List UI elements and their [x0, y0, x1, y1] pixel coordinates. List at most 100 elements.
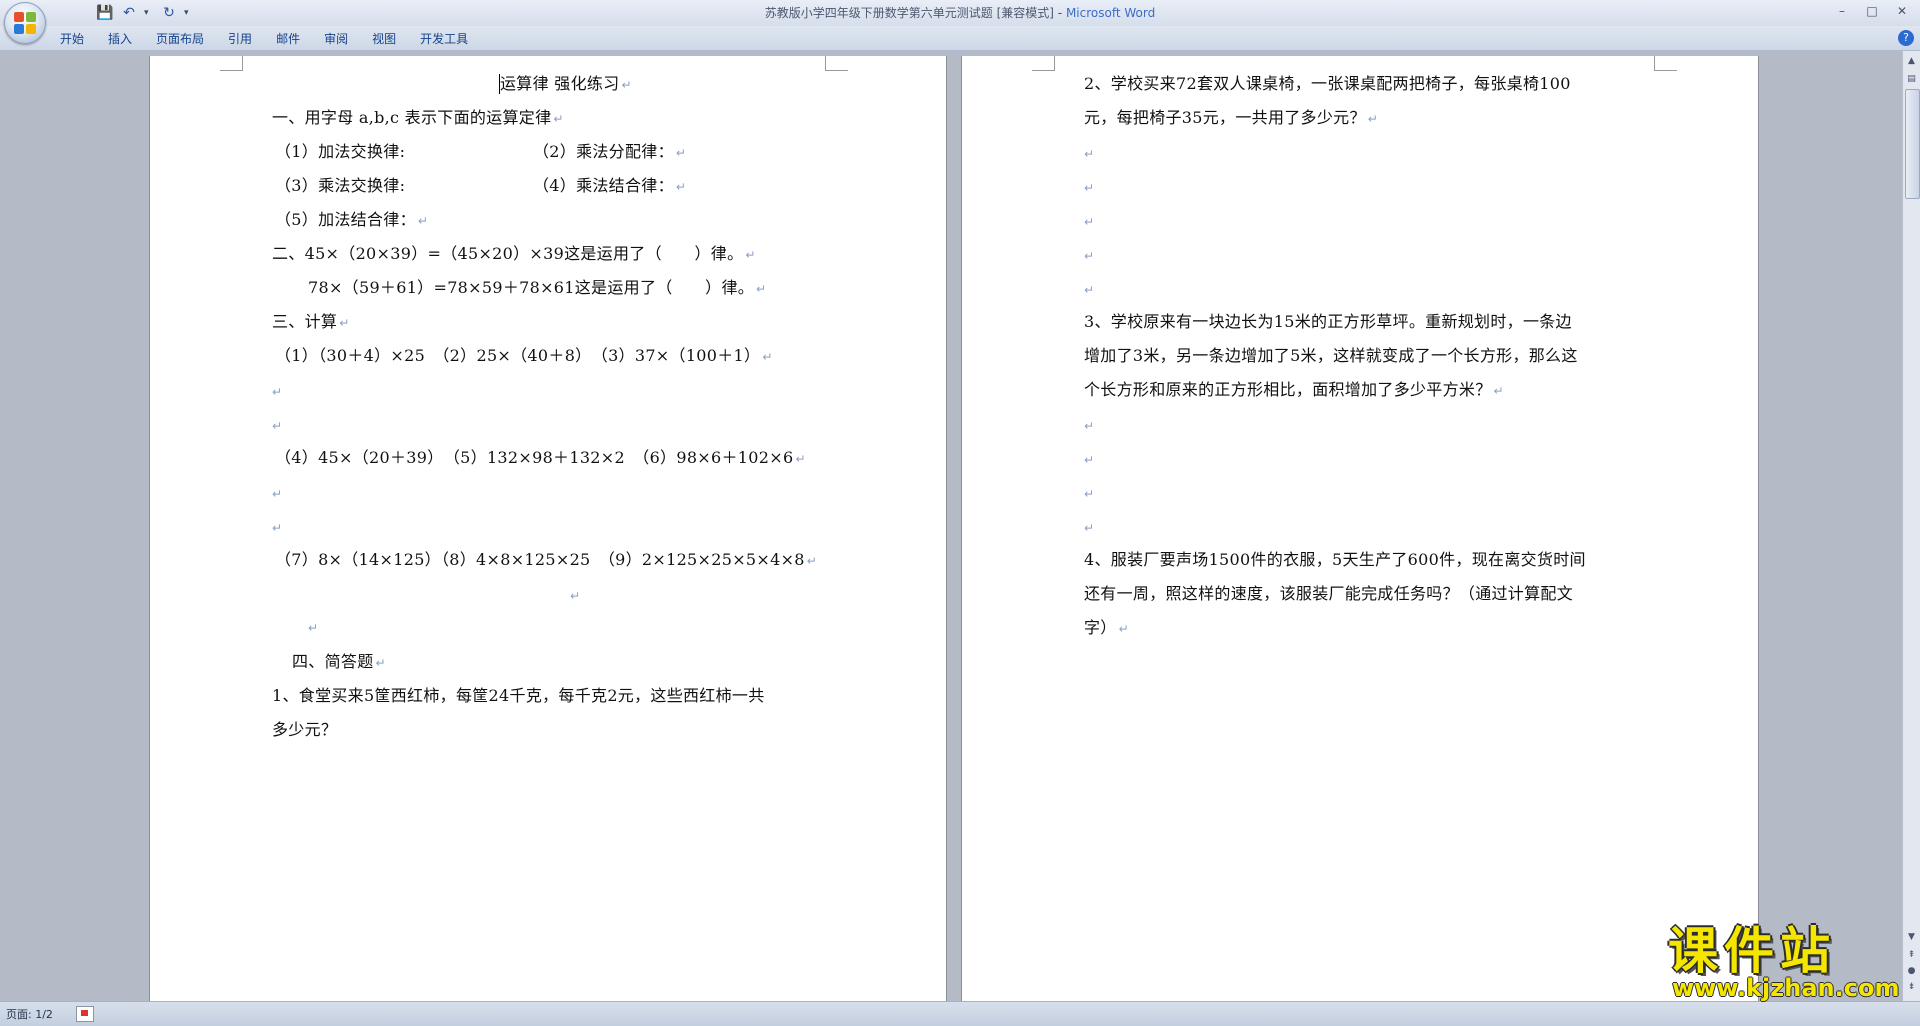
- logo-square-blue: [14, 24, 24, 34]
- scrollbar-thumb[interactable]: [1905, 89, 1920, 199]
- section-heading-text: 三、计算: [272, 312, 338, 331]
- question-text: 2、学校买来72套双人课桌椅，一张课桌配两把椅子，每张桌椅100: [1084, 74, 1571, 93]
- paragraph-mark: ↵: [339, 316, 350, 330]
- ribbon-tab-bar: 开始 插入 页面布局 引用 邮件 审阅 视图 开发工具 ?: [0, 26, 1920, 51]
- document-title: 苏教版小学四年级下册数学第六单元测试题 [兼容模式]: [764, 6, 1054, 20]
- paragraph-mark: ↵: [553, 112, 564, 126]
- calc-row: （7）8×（14×125）（8）4×8×125×25 （9）2×125×25×5…: [275, 550, 817, 571]
- office-button[interactable]: [4, 2, 46, 44]
- logo-square-green: [26, 12, 36, 22]
- tab-review[interactable]: 审阅: [312, 29, 360, 49]
- margin-corner-marker: [825, 56, 848, 71]
- close-button[interactable]: ✕: [1888, 2, 1916, 20]
- help-icon[interactable]: ?: [1898, 30, 1914, 46]
- section-heading-text: 四、简答题: [292, 652, 374, 671]
- paragraph-mark: ↵: [417, 214, 429, 228]
- section-heading-1: 一、用字母 a,b,c 表示下面的运算定律 ↵: [272, 108, 564, 129]
- question-text: （2）乘法分配律：: [533, 142, 674, 161]
- logo-square-yellow: [26, 24, 36, 34]
- question-text: 字）: [1084, 618, 1117, 637]
- document-page-1[interactable]: 运算律 强化练习 ↵ 一、用字母 a,b,c 表示下面的运算定律 ↵ （1）加法交换…: [150, 56, 946, 1001]
- minimize-button[interactable]: –: [1828, 2, 1856, 20]
- document-page-2[interactable]: 2、学校买来72套双人课桌椅，一张课桌配两把椅子，每张桌椅100 元，每把椅子3…: [962, 56, 1758, 1001]
- status-bar: 页面: 1/2: [0, 1001, 1920, 1026]
- page-title-text: 运算律 强化练习: [500, 74, 620, 93]
- tab-page-layout[interactable]: 页面布局: [144, 29, 216, 49]
- paragraph-mark: ↵: [745, 248, 756, 262]
- question-text: 4、服装厂要声场1500件的衣服，5天生产了600件，现在离交货时间: [1084, 550, 1586, 569]
- tab-references[interactable]: 引用: [216, 29, 264, 49]
- paragraph-mark: ↵: [1084, 215, 1095, 229]
- paragraph-mark: ↵: [272, 385, 283, 399]
- question-text: 还有一周，照这样的速度，该服装厂能完成任务吗？（通过计算配文: [1084, 584, 1574, 603]
- question-line: （1）加法交换律:: [275, 142, 405, 162]
- question-text: 3、学校原来有一块边长为15米的正方形草坪。重新规划时，一条边: [1084, 312, 1572, 331]
- paragraph-mark: ↵: [1084, 181, 1095, 195]
- question-text: 个长方形和原来的正方形相比，面积增加了多少平方米？: [1084, 380, 1492, 399]
- tab-home[interactable]: 开始: [48, 29, 96, 49]
- paragraph-mark: ↵: [795, 452, 806, 466]
- ruler-toggle-icon[interactable]: ▤: [1904, 71, 1919, 86]
- margin-corner-marker: [1654, 56, 1677, 71]
- document-workspace: 运算律 强化练习 ↵ 一、用字母 a,b,c 表示下面的运算定律 ↵ （1）加法交换…: [0, 51, 1902, 1001]
- paragraph-mark: ↵: [375, 656, 386, 670]
- paragraph-mark: ↵: [675, 146, 687, 160]
- title-separator: -: [1053, 6, 1066, 20]
- question-text: 78×（59＋61）=78×59＋78×61这是运用了（ ）律。: [308, 278, 755, 297]
- calc-text: （1）（30＋4）×25 （2）25×（40＋8） （3）37×（100＋1）: [275, 346, 761, 365]
- paragraph-mark: ↵: [1084, 147, 1095, 161]
- ribbon-tabs: 开始 插入 页面布局 引用 邮件 审阅 视图 开发工具: [48, 29, 480, 49]
- tab-insert[interactable]: 插入: [96, 29, 144, 49]
- logo-square-red: [14, 12, 24, 22]
- proofing-status-icon[interactable]: [76, 1006, 94, 1022]
- question-line: 元，每把椅子35元，一共用了多少元？ ↵: [1084, 108, 1378, 129]
- watermark-url: www.kjzhan.com: [1672, 974, 1900, 1002]
- question-line: 多少元？: [272, 720, 337, 740]
- paragraph-mark: ↵: [570, 589, 581, 603]
- paragraph-mark: ↵: [806, 554, 818, 568]
- vertical-scrollbar[interactable]: ▲ ▤ ▼ ⇞ ● ⇟: [1902, 51, 1920, 1001]
- paragraph-mark: ↵: [1084, 419, 1095, 433]
- paragraph-mark: ↵: [272, 521, 283, 535]
- paragraph-mark: ↵: [675, 180, 687, 194]
- question-line: 2、学校买来72套双人课桌椅，一张课桌配两把椅子，每张桌椅100: [1084, 74, 1571, 94]
- section-heading-text: 一、用字母 a,b,c 表示下面的运算定律: [272, 108, 552, 127]
- calc-row: （1）（30＋4）×25 （2）25×（40＋8） （3）37×（100＋1） ↵: [275, 346, 773, 367]
- question-line: 3、学校原来有一块边长为15米的正方形草坪。重新规划时，一条边: [1084, 312, 1572, 332]
- section-heading-3: 三、计算 ↵: [272, 312, 350, 333]
- question-text: 增加了3米，另一条边增加了5米，这样就变成了一个长方形，那么这: [1084, 346, 1578, 365]
- paragraph-mark: ↵: [1084, 283, 1095, 297]
- paragraph-mark: ↵: [621, 78, 632, 92]
- question-line: 78×（59＋61）=78×59＋78×61这是运用了（ ）律。 ↵: [308, 278, 766, 299]
- scroll-up-icon[interactable]: ▲: [1904, 53, 1919, 68]
- paragraph-mark: ↵: [1084, 521, 1095, 535]
- paragraph-mark: ↵: [272, 419, 283, 433]
- section-heading-2: 二、45×（20×39）=（45×20）×39这是运用了（ ）律。 ↵: [272, 244, 756, 265]
- watermark-text: 课件站: [1668, 922, 1836, 980]
- question-line: 1、食堂买来5筐西红柿，每筐24千克，每千克2元，这些西红柿一共: [272, 686, 765, 706]
- question-text: 1、食堂买来5筐西红柿，每筐24千克，每千克2元，这些西红柿一共: [272, 686, 765, 705]
- tab-mailings[interactable]: 邮件: [264, 29, 312, 49]
- margin-corner-marker: [1032, 56, 1055, 71]
- maximize-button[interactable]: □: [1858, 2, 1886, 20]
- question-line: （2）乘法分配律： ↵: [533, 142, 686, 163]
- title-bar: 💾 ↶ ▾ ↻ ▾ 苏教版小学四年级下册数学第六单元测试题 [兼容模式] - M…: [0, 0, 1920, 27]
- tab-developer[interactable]: 开发工具: [408, 29, 480, 49]
- margin-corner-marker: [220, 56, 243, 71]
- question-line: 个长方形和原来的正方形相比，面积增加了多少平方米？ ↵: [1084, 380, 1504, 401]
- question-line: （5）加法结合律： ↵: [275, 210, 428, 231]
- watermark-logo: 课件站 www.kjzhan.com: [1668, 925, 1908, 1001]
- calc-text: （4）45×（20＋39） （5）132×98＋132×2 （6）98×6＋10…: [275, 448, 794, 467]
- tab-view[interactable]: 视图: [360, 29, 408, 49]
- paragraph-mark: ↵: [1367, 112, 1379, 126]
- paragraph-mark: ↵: [308, 621, 319, 635]
- question-text: 元，每把椅子35元，一共用了多少元？: [1084, 108, 1366, 127]
- paragraph-mark: ↵: [272, 487, 283, 501]
- paragraph-mark: ↵: [1084, 249, 1095, 263]
- paragraph-mark: ↵: [756, 282, 767, 296]
- question-line: （3）乘法交换律:: [275, 176, 405, 196]
- page-count[interactable]: 页面: 1/2: [6, 1006, 53, 1022]
- question-line: 字） ↵: [1084, 618, 1129, 639]
- window-title: 苏教版小学四年级下册数学第六单元测试题 [兼容模式] - Microsoft W…: [0, 4, 1920, 21]
- question-text: （1）加法交换律:: [275, 142, 406, 161]
